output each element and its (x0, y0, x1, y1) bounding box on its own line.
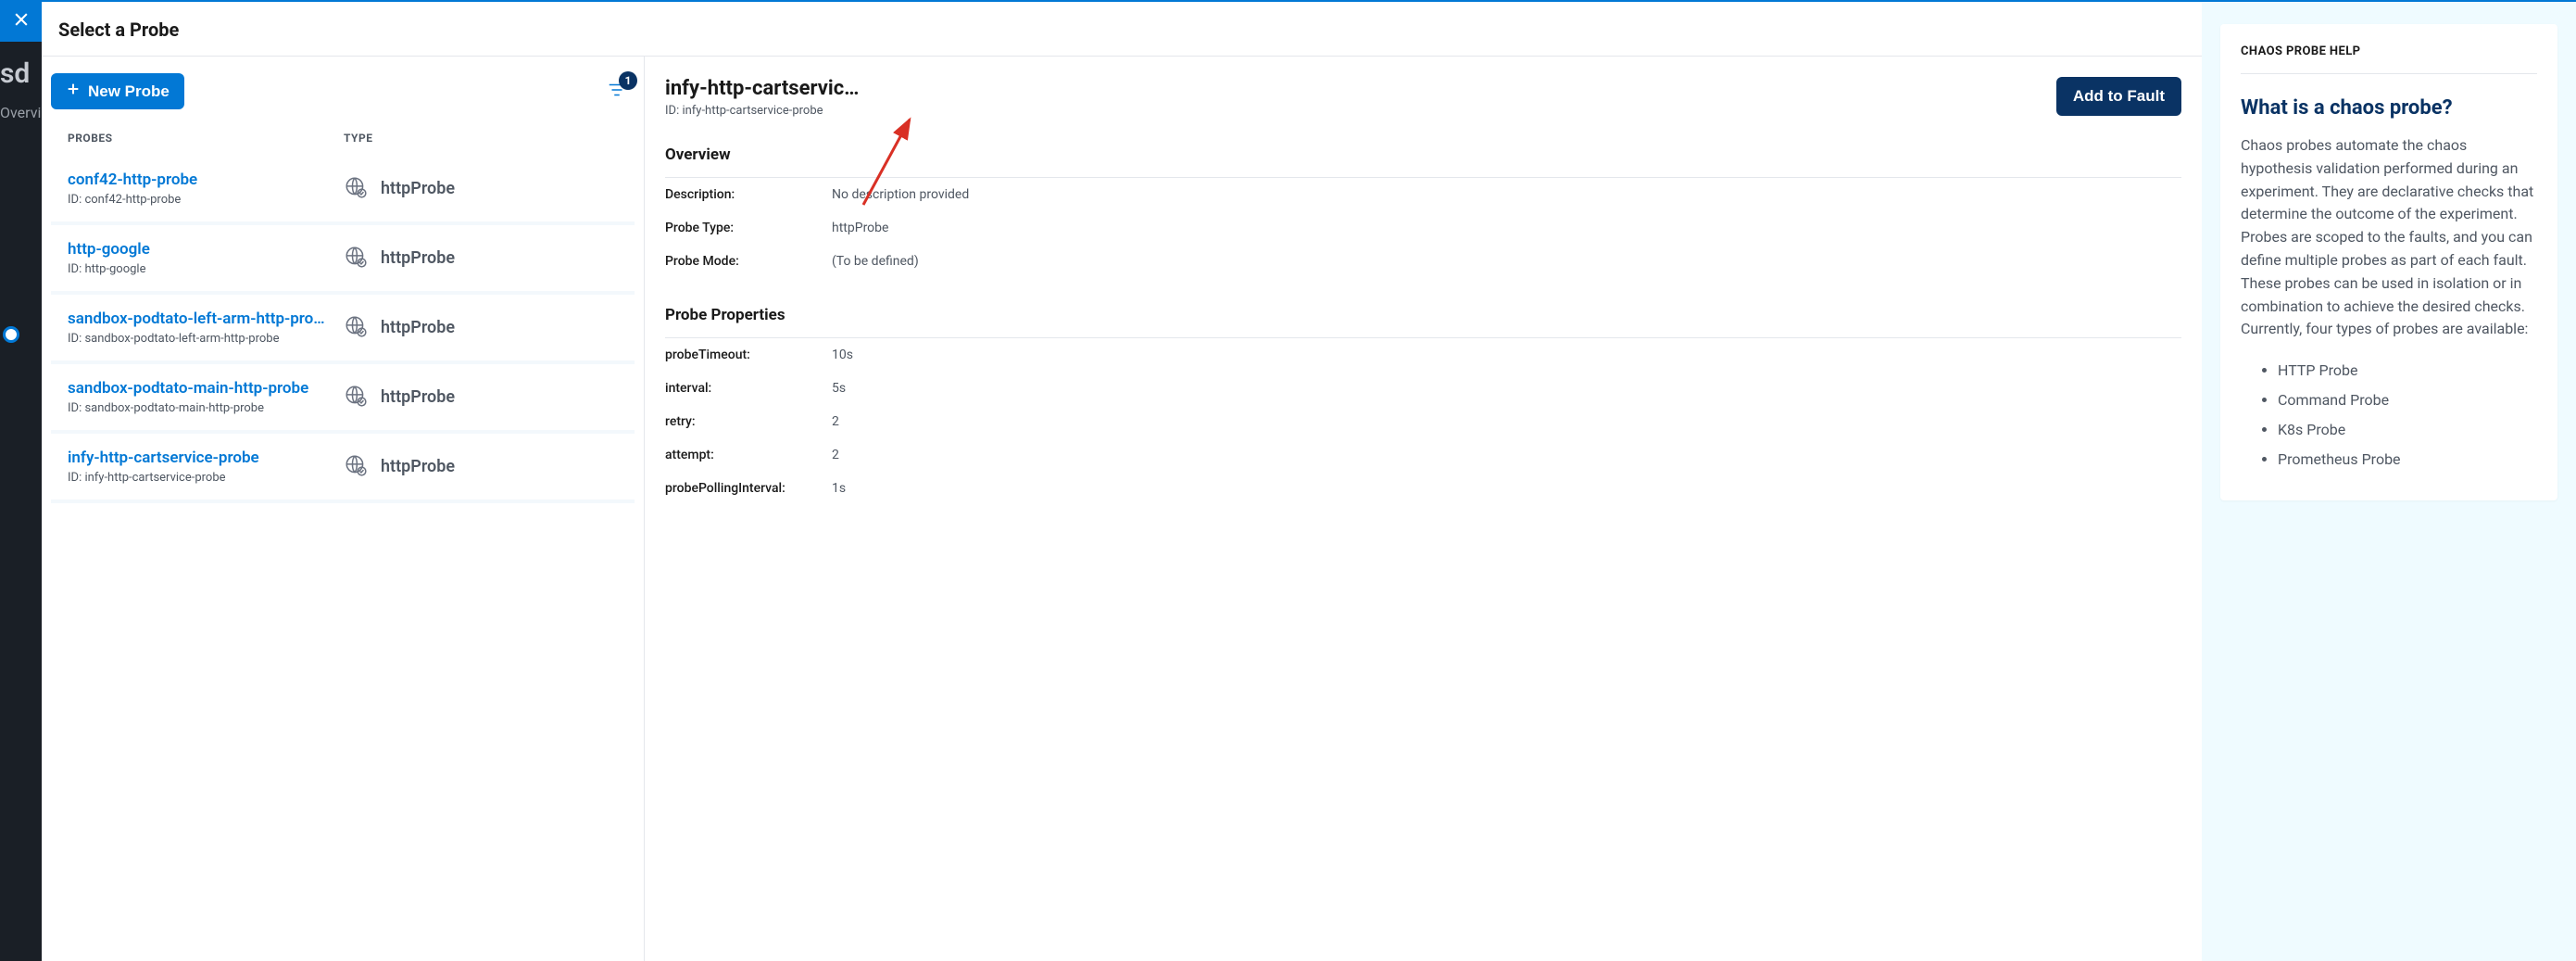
kv-value: httpProbe (832, 221, 2181, 235)
help-list: HTTP ProbeCommand ProbeK8s ProbePromethe… (2241, 356, 2537, 474)
kv-value: No description provided (832, 187, 2181, 202)
details-title: infy-http-cartservic… (665, 77, 859, 100)
probe-type-cell: httpProbe (344, 245, 618, 272)
details-id: ID: infy-http-cartservice-probe (665, 104, 859, 118)
kv-row: Description:No description provided (665, 178, 2181, 211)
kv-key: Probe Mode: (665, 254, 832, 269)
new-probe-label: New Probe (88, 82, 170, 101)
help-body: Chaos probes automate the chaos hypothes… (2241, 134, 2537, 341)
plus-icon (66, 82, 81, 101)
http-probe-icon (344, 245, 368, 272)
list-toolbar: New Probe 1 (51, 73, 635, 115)
probe-type-cell: httpProbe (344, 453, 618, 481)
add-to-fault-button[interactable]: Add to Fault (2056, 77, 2181, 116)
help-panel: CHAOS PROBE HELP What is a chaos probe? … (2202, 2, 2576, 961)
details-title-block: infy-http-cartservic… ID: infy-http-cart… (665, 77, 859, 118)
kv-value: 5s (832, 381, 2181, 396)
probe-row[interactable]: conf42-http-probe ID: conf42-http-probe ht… (51, 156, 635, 225)
kv-row: probePollingInterval:1s (665, 472, 2181, 505)
kv-value: 2 (832, 414, 2181, 429)
close-button[interactable] (0, 0, 42, 42)
overview-section-title: Overview (665, 145, 2181, 177)
kv-key: interval: (665, 381, 832, 396)
kv-key: attempt: (665, 448, 832, 462)
http-probe-icon (344, 453, 368, 481)
probe-type-label: httpProbe (381, 248, 455, 268)
list-header: PROBES TYPE (51, 115, 635, 156)
select-probe-panel: Select a Probe New Probe 1 (42, 0, 2576, 961)
http-probe-icon (344, 384, 368, 411)
probe-list-column: New Probe 1 PROBES TYPE conf42-http-prob… (42, 57, 644, 961)
kv-row: Probe Mode:(To be defined) (665, 245, 2181, 278)
new-probe-button[interactable]: New Probe (51, 73, 184, 109)
filter-button[interactable]: 1 (607, 80, 627, 104)
backdrop-title-fragment: sd (0, 57, 30, 90)
backdrop-subtitle-fragment: Overvi (0, 104, 41, 121)
header-probes: PROBES (68, 132, 344, 145)
header-type: TYPE (344, 132, 618, 145)
panel-title: Select a Probe (42, 2, 2202, 57)
help-title: What is a chaos probe? (2241, 96, 2537, 120)
details-header: infy-http-cartservic… ID: infy-http-cart… (665, 77, 2181, 118)
http-probe-icon (344, 175, 368, 203)
probe-name: conf42-http-probe (68, 171, 334, 189)
main-area: Select a Probe New Probe 1 (42, 2, 2202, 961)
pipeline-node-dot (3, 326, 19, 343)
probe-type-label: httpProbe (381, 318, 455, 337)
probe-type-label: httpProbe (381, 179, 455, 198)
overview-kv-list: Description:No description providedProbe… (665, 178, 2181, 278)
probe-type-label: httpProbe (381, 387, 455, 407)
kv-key: Description: (665, 187, 832, 202)
probe-name-cell: infy-http-cartservice-probe ID: infy-http… (68, 449, 344, 485)
kv-value: 10s (832, 348, 2181, 362)
kv-value: 2 (832, 448, 2181, 462)
probe-id: ID: sandbox-podtato-main-http-probe (68, 401, 334, 415)
probe-name-cell: conf42-http-probe ID: conf42-http-probe (68, 171, 344, 207)
help-eyebrow: CHAOS PROBE HELP (2241, 44, 2537, 74)
http-probe-icon (344, 314, 368, 342)
kv-row: Probe Type:httpProbe (665, 211, 2181, 245)
probe-rows: conf42-http-probe ID: conf42-http-probe ht… (51, 156, 635, 961)
probe-id: ID: conf42-http-probe (68, 193, 334, 207)
help-list-item: HTTP Probe (2278, 356, 2537, 386)
probe-id: ID: http-google (68, 262, 334, 276)
probe-name-cell: sandbox-podtato-main-http-probe ID: sandb… (68, 379, 344, 415)
filter-count-badge: 1 (619, 71, 637, 90)
columns: New Probe 1 PROBES TYPE conf42-http-prob… (42, 57, 2202, 961)
probe-type-label: httpProbe (381, 457, 455, 476)
probe-row[interactable]: sandbox-podtato-left-arm-http-pro… ID: sa… (51, 295, 635, 364)
help-list-item: K8s Probe (2278, 415, 2537, 445)
kv-value: (To be defined) (832, 254, 2181, 269)
help-list-item: Prometheus Probe (2278, 445, 2537, 474)
props-kv-list: probeTimeout:10sinterval:5sretry:2attemp… (665, 338, 2181, 505)
help-list-item: Command Probe (2278, 386, 2537, 415)
probe-type-cell: httpProbe (344, 175, 618, 203)
kv-row: retry:2 (665, 405, 2181, 438)
kv-key: retry: (665, 414, 832, 429)
probe-row[interactable]: sandbox-podtato-main-http-probe ID: sandb… (51, 364, 635, 434)
probe-name: infy-http-cartservice-probe (68, 449, 334, 467)
kv-key: probeTimeout: (665, 348, 832, 362)
probe-name: sandbox-podtato-left-arm-http-pro… (68, 310, 334, 328)
kv-key: Probe Type: (665, 221, 832, 235)
props-section-title: Probe Properties (665, 306, 2181, 337)
help-card: CHAOS PROBE HELP What is a chaos probe? … (2220, 24, 2557, 500)
probe-name: sandbox-podtato-main-http-probe (68, 379, 334, 398)
kv-value: 1s (832, 481, 2181, 496)
probe-type-cell: httpProbe (344, 314, 618, 342)
probe-row[interactable]: http-google ID: http-google httpProbe (51, 225, 635, 295)
probe-name-cell: http-google ID: http-google (68, 240, 344, 276)
probe-name-cell: sandbox-podtato-left-arm-http-pro… ID: sa… (68, 310, 344, 346)
probe-details-column: infy-http-cartservic… ID: infy-http-cart… (644, 57, 2202, 961)
probe-name: http-google (68, 240, 334, 259)
close-icon (12, 10, 31, 32)
kv-row: attempt:2 (665, 438, 2181, 472)
probe-id: ID: infy-http-cartservice-probe (68, 471, 334, 485)
probe-type-cell: httpProbe (344, 384, 618, 411)
probe-id: ID: sandbox-podtato-left-arm-http-probe (68, 332, 334, 346)
probe-row[interactable]: infy-http-cartservice-probe ID: infy-http… (51, 434, 635, 503)
kv-row: interval:5s (665, 372, 2181, 405)
kv-key: probePollingInterval: (665, 481, 832, 496)
kv-row: probeTimeout:10s (665, 338, 2181, 372)
